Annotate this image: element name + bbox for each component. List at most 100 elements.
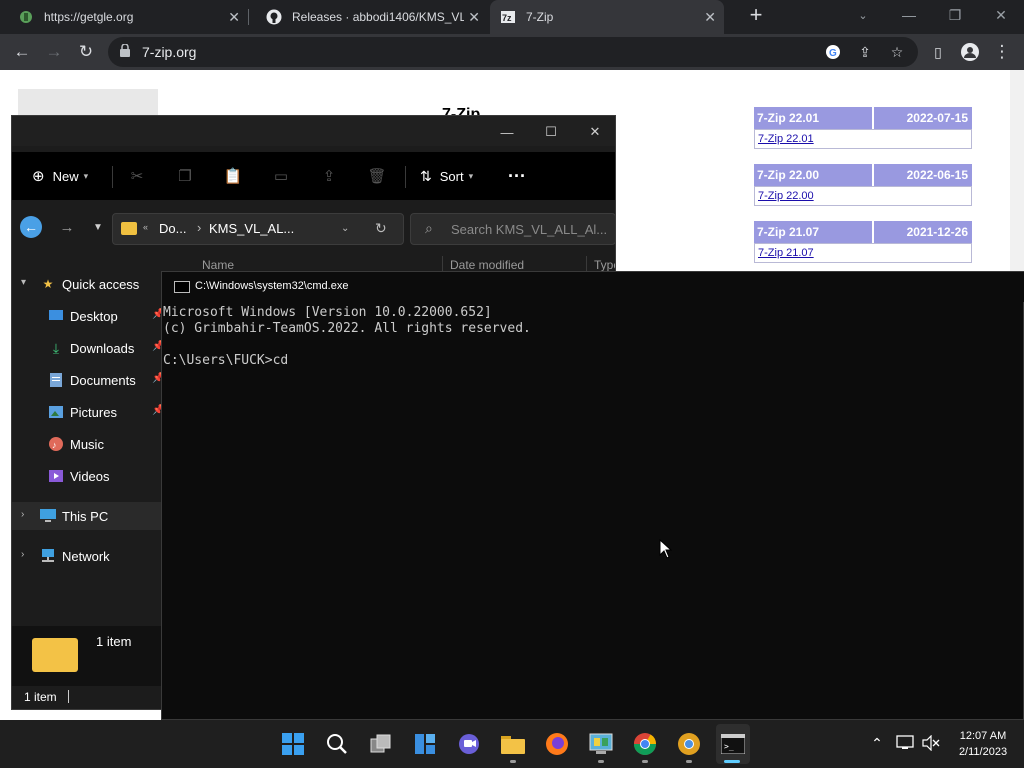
explorer-search-input[interactable]: ⌕ Search KMS_VL_ALL_Al... — [410, 213, 616, 245]
browser-tabstrip: https://getgle.org ✕ Releases · abbodi14… — [0, 0, 1024, 34]
share-icon[interactable]: ⇪ — [856, 43, 874, 61]
taskbar-clock[interactable]: 12:07 AM 2/11/2023 — [948, 728, 1018, 760]
console-line: C:\Users\FUCK>cd — [163, 353, 289, 368]
url-text: 7-zip.org — [142, 44, 197, 60]
cmd-console-output[interactable]: Microsoft Windows [Version 10.0.22000.65… — [163, 305, 1023, 715]
close-tab-icon[interactable]: ✕ — [704, 9, 716, 26]
recent-locations-chevron-icon[interactable]: ▼ — [90, 216, 106, 238]
task-view-icon[interactable] — [367, 730, 395, 758]
start-windows-icon[interactable] — [279, 730, 307, 758]
minimize-button[interactable]: — — [492, 122, 522, 142]
nav-downloads[interactable]: ⤓ Downloads 📌 — [12, 334, 165, 362]
paste-icon[interactable]: 📋 — [223, 166, 243, 186]
download-link[interactable]: 7-Zip 22.01 — [758, 133, 814, 145]
nav-label: Music — [70, 437, 104, 452]
breadcrumb-parent[interactable]: Do... — [159, 221, 186, 236]
file-explorer-taskbar-icon[interactable] — [499, 730, 527, 758]
side-panel-icon[interactable]: ▯ — [924, 38, 952, 66]
cmd-icon — [174, 281, 190, 293]
download-icon: ⤓ — [52, 339, 60, 356]
widgets-icon[interactable] — [411, 730, 439, 758]
cut-icon[interactable]: ✂ — [127, 166, 147, 186]
minimize-button[interactable]: — — [886, 0, 932, 30]
expand-chevron-icon[interactable]: ▾ — [21, 277, 26, 288]
expand-chevron-icon[interactable]: › — [21, 509, 24, 520]
chevron-down-icon: ▾ — [83, 170, 89, 181]
download-link[interactable]: 7-Zip 21.07 — [758, 247, 814, 259]
new-button[interactable]: ⊕ New ▾ — [32, 164, 88, 188]
videos-icon — [48, 468, 64, 484]
lock-icon[interactable] — [120, 44, 130, 57]
nav-network[interactable]: › Network — [12, 542, 162, 570]
share-icon[interactable]: ⇪ — [319, 166, 339, 186]
reload-icon[interactable]: ↻ — [72, 38, 100, 66]
running-indicator — [598, 760, 604, 763]
browser-tab-github[interactable]: Releases · abbodi1406/KMS_VL_ALL_AIO ✕ — [248, 0, 488, 34]
command-prompt-taskbar-icon[interactable]: >_ — [719, 730, 747, 758]
browser-tab-7zip[interactable]: 7z 7-Zip ✕ — [490, 0, 724, 34]
back-icon[interactable]: ← — [20, 216, 42, 238]
volume-muted-icon[interactable] — [922, 734, 940, 752]
back-icon[interactable]: ← — [8, 38, 36, 66]
address-bar[interactable]: 7-zip.org G ⇪ ☆ — [108, 37, 918, 67]
column-date-modified[interactable]: Date modified — [450, 258, 524, 272]
explorer-address-bar[interactable]: « Do... › KMS_VL_AL... ⌄ ↻ — [112, 213, 404, 245]
download-link-row: 7-Zip 21.07 — [754, 243, 972, 263]
browser-tab-getgle[interactable]: https://getgle.org ✕ — [0, 0, 248, 34]
more-options-icon[interactable]: ··· — [508, 164, 526, 188]
command-prompt-window[interactable]: C:\Windows\system32\cmd.exe Microsoft Wi… — [161, 271, 1024, 720]
close-window-button[interactable]: ✕ — [978, 0, 1024, 30]
divider — [872, 164, 874, 186]
network-status-icon[interactable] — [896, 734, 914, 752]
running-indicator — [686, 760, 692, 763]
google-lens-icon[interactable]: G — [824, 43, 842, 61]
close-button[interactable]: ✕ — [580, 122, 610, 142]
show-hidden-icons-chevron-icon[interactable]: ⌃ — [868, 734, 886, 752]
nav-videos[interactable]: Videos — [12, 462, 162, 490]
new-tab-button[interactable]: + — [733, 0, 779, 30]
explorer-titlebar[interactable]: — ☐ ✕ — [12, 116, 615, 146]
column-name[interactable]: Name — [202, 258, 234, 272]
chrome-canary-icon[interactable] — [675, 730, 703, 758]
windows-taskbar: >_ ⌃ 12:07 AM 2/11/2023 — [0, 720, 1024, 768]
restore-button[interactable]: ❐ — [932, 0, 978, 30]
console-line: Microsoft Windows [Version 10.0.22000.65… — [163, 305, 492, 320]
address-dropdown-icon[interactable]: ⌄ — [341, 223, 349, 234]
close-tab-icon[interactable]: ✕ — [468, 9, 480, 26]
menu-kebab-icon[interactable]: ⋮ — [988, 38, 1016, 66]
column-type[interactable]: Type — [594, 258, 615, 272]
refresh-icon[interactable]: ↻ — [375, 220, 387, 237]
close-tab-icon[interactable]: ✕ — [228, 9, 240, 26]
chrome-icon[interactable] — [631, 730, 659, 758]
forward-icon[interactable]: → — [40, 38, 68, 66]
rename-icon[interactable]: ▭ — [271, 166, 291, 186]
control-panel-icon[interactable] — [587, 730, 615, 758]
network-icon — [40, 548, 56, 564]
profile-avatar-icon[interactable] — [956, 38, 984, 66]
cmd-titlebar[interactable]: C:\Windows\system32\cmd.exe — [162, 272, 1024, 302]
copy-icon[interactable]: ❐ — [175, 166, 195, 186]
search-icon[interactable] — [323, 730, 351, 758]
breadcrumb-current[interactable]: KMS_VL_AL... — [209, 221, 294, 236]
maximize-button[interactable]: ☐ — [536, 122, 566, 142]
cmd-title: C:\Windows\system32\cmd.exe — [195, 280, 349, 292]
forward-icon[interactable]: → — [56, 216, 78, 238]
nav-desktop[interactable]: Desktop 📌 — [12, 302, 164, 330]
sort-button[interactable]: ⇅ Sort ▾ — [420, 164, 473, 188]
nav-pictures[interactable]: Pictures 📌 — [12, 398, 164, 426]
bookmark-star-icon[interactable]: ☆ — [888, 43, 906, 61]
nav-documents[interactable]: Documents 📌 — [12, 366, 164, 394]
firefox-icon[interactable] — [543, 730, 571, 758]
expand-chevron-icon[interactable]: › — [21, 549, 24, 560]
nav-music[interactable]: ♪ Music — [12, 430, 162, 458]
nav-this-pc[interactable]: › This PC — [12, 502, 162, 530]
nav-label: Documents — [70, 373, 136, 388]
download-link[interactable]: 7-Zip 22.00 — [758, 190, 814, 202]
nav-quick-access[interactable]: ▾ ★ Quick access — [12, 270, 162, 298]
tab-search-icon[interactable]: ⌄ — [840, 0, 886, 30]
nav-label: This PC — [62, 509, 109, 524]
release-date: 2021-12-26 — [906, 225, 968, 239]
sort-icon: ⇅ — [420, 167, 432, 184]
delete-icon[interactable]: 🗑 — [367, 166, 387, 186]
teams-chat-icon[interactable] — [455, 730, 483, 758]
